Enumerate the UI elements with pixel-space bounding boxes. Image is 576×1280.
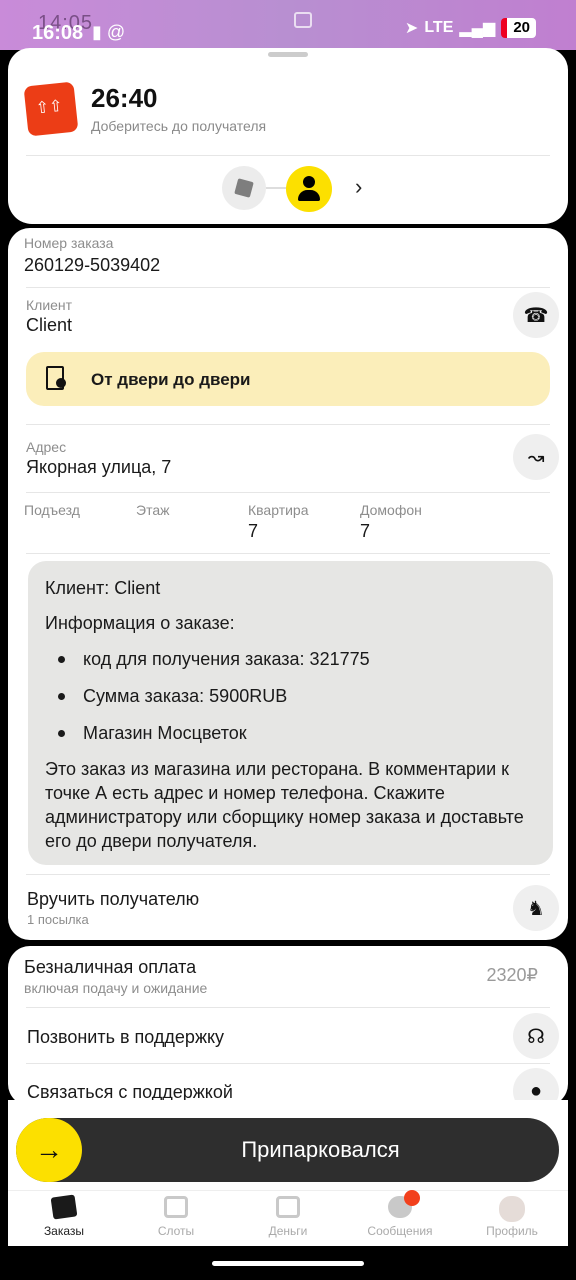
- comment-paragraph: Это заказ из магазина или ресторана. В к…: [45, 759, 524, 851]
- battery-level: 20: [501, 18, 536, 38]
- tab-slots[interactable]: Слоты: [126, 1196, 226, 1238]
- payment-subtitle: включая подачу и ожидание: [24, 980, 208, 996]
- divider: [26, 492, 550, 493]
- divider: [26, 1007, 550, 1008]
- client-label: Клиент: [26, 297, 73, 313]
- drag-handle[interactable]: [268, 52, 308, 57]
- order-number-label: Номер заказа: [24, 235, 114, 251]
- tab-messages[interactable]: Сообщения: [350, 1190, 450, 1238]
- divider: [26, 424, 550, 425]
- tab-profile[interactable]: Профиль: [462, 1196, 562, 1238]
- payment-title: Безналичная оплата: [24, 957, 197, 977]
- address-value: Якорная улица, 7: [26, 457, 172, 477]
- divider: [26, 155, 550, 156]
- step-pickup-icon[interactable]: [222, 166, 266, 210]
- signal-icon: ▂▄▆: [459, 20, 496, 37]
- call-client-button[interactable]: ☎: [513, 292, 559, 338]
- home-gesture-bar[interactable]: [212, 1261, 364, 1266]
- parked-action-label: Припарковался: [241, 1137, 400, 1162]
- client-name: Client: [26, 315, 73, 335]
- arrow-right-icon: →: [35, 1134, 63, 1165]
- step-connector: [266, 187, 286, 189]
- tab-label: Слоты: [157, 1224, 195, 1238]
- call-support-label[interactable]: Позвонить в поддержку: [27, 1027, 224, 1048]
- divider: [26, 1063, 550, 1064]
- divider: [26, 874, 550, 875]
- avatar: [499, 1196, 525, 1222]
- calendar-icon: [164, 1196, 188, 1218]
- bullet: [58, 656, 65, 663]
- apartment-label: Квартира: [248, 502, 309, 518]
- tab-label: Профиль: [486, 1224, 538, 1238]
- swipe-handle[interactable]: →: [16, 1118, 82, 1182]
- route-icon: ↝: [527, 446, 545, 469]
- tab-money[interactable]: Деньги: [238, 1196, 338, 1238]
- bullet: [58, 693, 65, 700]
- timer-subtitle: Доберитесь до получателя: [91, 118, 267, 134]
- tab-label: Деньги: [268, 1224, 308, 1238]
- comment-info-title: Информация о заказе:: [45, 613, 235, 633]
- delivery-type-label: От двери до двери: [91, 370, 251, 389]
- status-time: 16:08: [32, 22, 84, 44]
- bullet: [58, 730, 65, 737]
- tab-label: Сообщения: [367, 1224, 433, 1238]
- status-notification-icons: ▮ @: [92, 22, 126, 42]
- chat-icon: [388, 1190, 420, 1218]
- intercom-label: Домофон: [360, 502, 422, 518]
- status-right: ➤ LTE ▂▄▆ 20: [405, 18, 536, 38]
- address-label: Адрес: [26, 439, 67, 455]
- order-number: 260129-5039402: [24, 255, 161, 275]
- network-label: LTE: [424, 19, 454, 36]
- divider: [26, 553, 550, 554]
- intercom-value: 7: [360, 521, 371, 541]
- divider: [26, 287, 550, 288]
- box-icon: [50, 1194, 78, 1220]
- location-icon: ➤: [404, 20, 419, 37]
- headset-icon: ☊: [527, 1025, 545, 1048]
- chevron-right-icon[interactable]: ›: [355, 174, 362, 200]
- entrance-label: Подъезд: [24, 502, 80, 518]
- payment-amount: 2320₽: [486, 965, 539, 985]
- tab-label: Заказы: [43, 1224, 85, 1238]
- screenshot-icon: [294, 12, 312, 28]
- comment-bullet-store: Магазин Мосцветок: [83, 723, 247, 743]
- comment-bullet-code: код для получения заказа: 321775: [83, 649, 370, 669]
- handover-title: Вручить получателю: [27, 889, 200, 909]
- phone-icon: ☎: [523, 304, 549, 327]
- comment-bullet-sum: Сумма заказа: 5900RUB: [83, 686, 288, 706]
- status-bar: 14:05 16:08 ▮ @ ➤ LTE ▂▄▆ 20: [0, 0, 576, 50]
- call-support-button[interactable]: ☊: [513, 1013, 559, 1059]
- door-icon: [46, 366, 66, 390]
- apartment-value: 7: [248, 521, 259, 541]
- delivery-timer: 26:40: [91, 83, 158, 113]
- comment-client: Клиент: Client: [45, 578, 161, 598]
- floor-label: Этаж: [136, 502, 170, 518]
- parcel-icon: [23, 81, 79, 137]
- route-button[interactable]: ↝: [513, 434, 559, 480]
- wallet-icon: [276, 1196, 300, 1218]
- tab-orders[interactable]: Заказы: [14, 1194, 114, 1238]
- handover-button[interactable]: ♞: [513, 885, 559, 931]
- person-parcel-icon: ♞: [527, 897, 545, 920]
- step-recipient-icon[interactable]: [286, 166, 332, 212]
- handover-subtitle: 1 посылка: [27, 912, 89, 927]
